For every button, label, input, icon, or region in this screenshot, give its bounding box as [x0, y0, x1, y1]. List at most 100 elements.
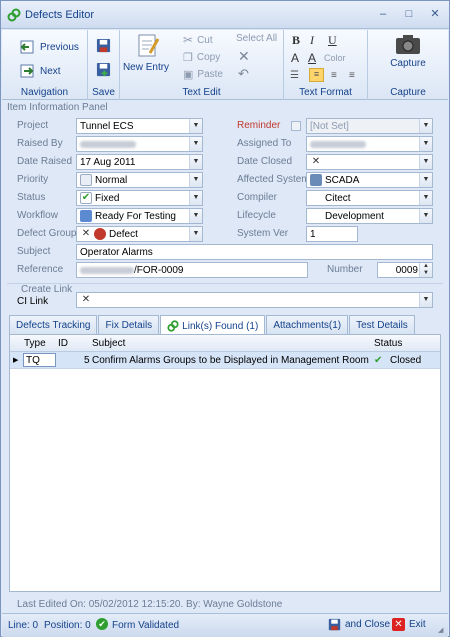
column-status[interactable]: Status — [374, 338, 402, 349]
column-id[interactable]: ID — [58, 338, 68, 349]
save-icon[interactable] — [96, 38, 111, 53]
tab-test-details[interactable]: Test Details — [349, 315, 415, 335]
chevron-down-icon: ▼ — [419, 173, 432, 187]
validation-status: Form Validated — [112, 620, 180, 631]
redacted-reference — [80, 266, 134, 274]
defect-group-value: Defect — [109, 228, 138, 240]
undo-icon[interactable]: ↶ — [238, 66, 249, 82]
cut-button[interactable]: ✂ Cut — [183, 33, 213, 47]
reference-input[interactable]: /FOR-0009 — [76, 262, 308, 278]
text-format-group: B I U A A Color ☰ ≡ ≡ ≡ Text Format — [284, 30, 368, 100]
priority-select[interactable]: Normal ▼ — [76, 172, 203, 188]
table-row[interactable]: ▶ TQ 5 Confirm Alarms Groups to be Displ… — [10, 352, 440, 369]
capture-button[interactable]: Capture — [384, 33, 432, 69]
workflow-label: Workflow — [17, 210, 58, 221]
tab-links-found[interactable]: Link(s) Found (1) — [160, 315, 266, 336]
ribbon-toolbar: Previous Next Navigation Save New Entry … — [2, 30, 448, 100]
spinner-arrows-icon[interactable]: ▲ ▼ — [419, 263, 432, 277]
bug-icon — [94, 228, 106, 240]
copy-label: Copy — [196, 52, 221, 63]
defect-group-select[interactable]: ✕ Defect ▼ — [76, 226, 203, 242]
delete-icon[interactable]: ✕ — [238, 48, 250, 65]
clear-ci-link-icon[interactable]: ✕ — [80, 294, 92, 306]
last-edited-info: Last Edited On: 05/02/2012 12:15:20. By:… — [17, 599, 283, 610]
next-record-icon — [20, 64, 34, 78]
copy-button[interactable]: ❐ Copy — [183, 51, 220, 64]
chevron-down-icon: ▼ — [419, 191, 432, 205]
previous-label: Previous — [40, 41, 79, 53]
compiler-select[interactable]: Citect ▼ — [306, 190, 433, 206]
navigation-group-label: Navigation — [20, 87, 69, 98]
italic-button[interactable]: I — [310, 33, 314, 48]
next-button[interactable]: Next — [20, 63, 61, 79]
column-subject[interactable]: Subject — [92, 338, 125, 349]
section-divider — [7, 283, 443, 284]
exit-button[interactable]: ✕ Exit — [392, 618, 426, 631]
close-window-button[interactable]: ✕ — [427, 8, 443, 22]
grid-header: Type ID Subject Status — [10, 335, 440, 352]
affected-system-select[interactable]: SCADA ▼ — [306, 172, 433, 188]
project-select[interactable]: Tunnel ECS ▼ — [76, 118, 203, 134]
detail-tabs: Defects Tracking Fix Details Link(s) Fou… — [9, 315, 416, 336]
copy-icon: ❐ — [183, 52, 193, 64]
save-new-icon[interactable] — [96, 62, 111, 77]
reminder-checkbox[interactable] — [291, 121, 301, 131]
font-size-icon[interactable]: A — [291, 51, 299, 65]
ci-link-select[interactable]: ✕ ▼ — [76, 292, 433, 308]
reminder-picker[interactable]: [Not Set] ▼ — [306, 118, 433, 134]
save-and-close-button[interactable]: and Close — [328, 618, 390, 631]
priority-icon — [80, 174, 92, 186]
paste-button[interactable]: ▣ Paste — [183, 68, 223, 81]
subject-input[interactable]: Operator Alarms — [76, 244, 433, 260]
color-dropdown[interactable]: Color — [324, 53, 346, 63]
assigned-to-select[interactable]: ▼ — [306, 136, 433, 152]
system-ver-label: System Ver — [237, 228, 289, 239]
select-all-button[interactable]: Select All — [236, 33, 277, 44]
new-entry-button[interactable]: New Entry — [123, 33, 170, 77]
system-icon — [310, 174, 322, 186]
minimize-button[interactable]: – — [375, 8, 391, 22]
cell-status[interactable]: Closed — [390, 355, 421, 366]
tab-defects-tracking[interactable]: Defects Tracking — [9, 315, 98, 335]
maximize-button[interactable]: □ — [401, 8, 417, 22]
underline-button[interactable]: U — [328, 33, 337, 48]
number-label: Number — [327, 264, 363, 275]
bold-button[interactable]: B — [292, 33, 300, 48]
number-spinner[interactable]: 0009 ▲ ▼ — [377, 262, 433, 278]
previous-button[interactable]: Previous — [20, 39, 79, 55]
align-right-icon[interactable]: ≡ — [349, 70, 355, 81]
clear-icon[interactable]: ✕ — [80, 228, 92, 240]
chevron-down-icon: ▼ — [189, 173, 202, 187]
lifecycle-select[interactable]: Development ▼ — [306, 208, 433, 224]
validated-icon: ✔ — [96, 618, 108, 630]
status-label: Status — [17, 192, 46, 203]
title-bar: Defects Editor – □ ✕ — [1, 1, 449, 29]
workflow-select[interactable]: Ready For Testing ▼ — [76, 208, 203, 224]
status-select[interactable]: ✔ Fixed ▼ — [76, 190, 203, 206]
reference-label: Reference — [17, 264, 64, 275]
resize-grip-icon[interactable]: ◢ — [438, 626, 443, 634]
clear-date-icon[interactable]: ✕ — [310, 156, 322, 168]
system-ver-input[interactable]: 1 — [306, 226, 358, 242]
chevron-down-icon: ▼ — [189, 119, 202, 133]
closed-check-icon: ✔ — [374, 355, 383, 366]
tab-attachments[interactable]: Attachments(1) — [266, 315, 349, 335]
align-left-icon[interactable]: ≡ — [309, 68, 324, 82]
font-color-icon[interactable]: A — [308, 51, 316, 65]
status-value: Fixed — [95, 192, 120, 204]
assigned-to-label: Assigned To — [237, 138, 292, 149]
column-type[interactable]: Type — [24, 338, 46, 349]
bullet-list-icon[interactable]: ☰ — [290, 70, 299, 81]
item-information-panel-title: Item Information Panel — [7, 102, 108, 113]
cell-id[interactable]: 5 — [84, 355, 90, 366]
raised-by-select[interactable]: ▼ — [76, 136, 203, 152]
row-indicator-icon: ▶ — [13, 357, 19, 364]
align-center-icon[interactable]: ≡ — [331, 70, 337, 81]
cell-type[interactable]: TQ — [23, 353, 56, 367]
cell-subject[interactable]: Confirm Alarms Groups to be Displayed in… — [92, 355, 369, 366]
date-raised-picker[interactable]: 17 Aug 2011 ▼ — [76, 154, 203, 170]
tab-fix-details[interactable]: Fix Details — [98, 315, 160, 335]
text-edit-group: New Entry ✂ Cut ❐ Copy ▣ Paste Select All ✕… — [120, 30, 284, 100]
save-close-label: and Close — [345, 619, 391, 630]
date-closed-picker[interactable]: ✕ ▼ — [306, 154, 433, 170]
